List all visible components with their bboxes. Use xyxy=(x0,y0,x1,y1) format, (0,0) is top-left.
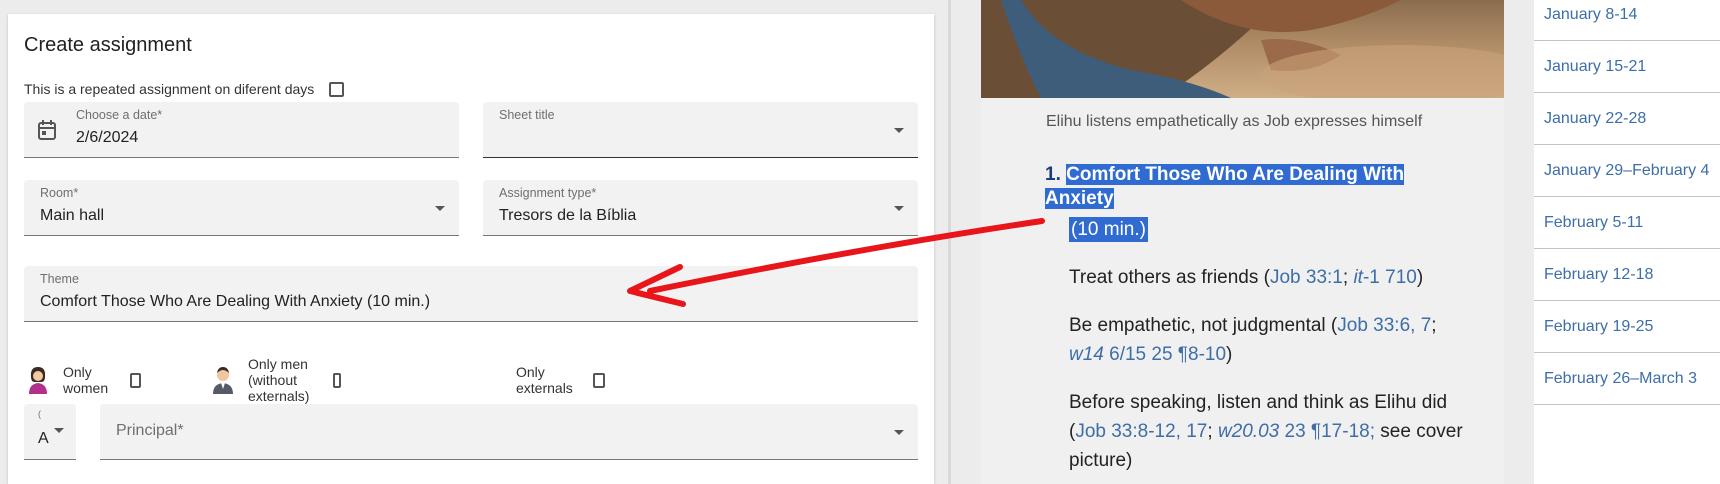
bullet-text: Treat others as friends ( xyxy=(1069,267,1270,288)
assignment-type-select[interactable]: Assignment type* Tresors de la Bíblia xyxy=(483,180,918,236)
only-women-checkbox[interactable] xyxy=(130,372,142,388)
chevron-down-icon[interactable] xyxy=(894,206,904,211)
reference-link[interactable]: 6/15 25 ¶8-10 xyxy=(1104,344,1226,365)
week-link[interactable]: February 26–March 3 xyxy=(1534,353,1720,405)
cover-picture xyxy=(981,0,1504,98)
reference-link[interactable]: w20.03 xyxy=(1218,421,1279,442)
assignment-type-value: Tresors de la Bíblia xyxy=(499,207,637,224)
theme-label: Theme xyxy=(40,272,79,286)
week-list: January 8-14 January 15-21 January 22-28… xyxy=(1534,0,1720,405)
only-men-label: Only men (without externals) xyxy=(248,356,310,404)
picture-caption: Elihu listens empathetically as Job expr… xyxy=(1046,113,1423,130)
bullet-item: Treat others as friends (Job 33:1; it-1 … xyxy=(1069,263,1469,292)
date-value: 2/6/2024 xyxy=(76,129,139,146)
reference-link[interactable]: 23 ¶17-18; xyxy=(1279,421,1375,442)
bullet-text: Be empathetic, not judgmental ( xyxy=(1069,315,1338,336)
only-men-filter: Only men (without externals) xyxy=(209,356,342,404)
scripture-link[interactable]: Job 33:8-12, 17 xyxy=(1075,421,1207,442)
reference-link[interactable]: w14 xyxy=(1069,344,1104,365)
reading-panel: Elihu listens empathetically as Job expr… xyxy=(981,0,1504,484)
create-assignment-card: Create assignment This is a repeated ass… xyxy=(8,14,934,484)
week-link[interactable]: January 8-14 xyxy=(1534,0,1720,41)
man-icon xyxy=(209,364,237,397)
woman-icon xyxy=(24,364,52,397)
bullet-item: Be empathetic, not judgmental (Job 33:6,… xyxy=(1069,311,1469,369)
scripture-link[interactable]: Job 33:1 xyxy=(1270,267,1343,288)
small-select-value: A xyxy=(38,430,49,447)
only-women-label: Only women xyxy=(63,364,109,396)
chevron-down-icon[interactable] xyxy=(894,128,904,133)
principal-select[interactable]: Principal* xyxy=(100,404,918,460)
separator: ; xyxy=(1431,315,1437,336)
week-link[interactable]: February 5-11 xyxy=(1534,197,1720,249)
point-heading: 1. Comfort Those Who Are Dealing With An… xyxy=(1045,163,1465,211)
principal-label: Principal* xyxy=(116,422,184,439)
small-select[interactable]: ( A xyxy=(24,404,76,460)
date-field[interactable]: Choose a date* 2/6/2024 xyxy=(24,102,459,158)
room-label: Room* xyxy=(40,186,79,200)
week-link[interactable]: January 29–February 4 xyxy=(1534,145,1720,197)
week-navigation: January 8-14 January 15-21 January 22-28… xyxy=(1534,0,1720,484)
theme-input[interactable]: Theme Comfort Those Who Are Dealing With… xyxy=(24,266,918,322)
reference-link[interactable]: -1 710 xyxy=(1363,267,1417,288)
only-externals-checkbox[interactable] xyxy=(593,372,605,388)
repeat-assignment-row: This is a repeated assignment on diferen… xyxy=(24,81,345,97)
chevron-down-icon[interactable] xyxy=(54,428,64,433)
repeat-assignment-checkbox[interactable] xyxy=(329,81,345,97)
repeat-assignment-label: This is a repeated assignment on diferen… xyxy=(24,81,315,97)
reference-link[interactable]: it xyxy=(1353,267,1363,288)
only-men-checkbox[interactable] xyxy=(333,372,342,388)
assignment-panel: Create assignment This is a repeated ass… xyxy=(0,0,948,484)
week-link[interactable]: January 22-28 xyxy=(1534,93,1720,145)
date-label: Choose a date* xyxy=(76,108,163,122)
chevron-down-icon[interactable] xyxy=(435,206,445,211)
scripture-link[interactable]: Job 33:6, 7 xyxy=(1337,315,1431,336)
bullet-item: Before speaking, listen and think as Eli… xyxy=(1069,388,1469,475)
point-number: 1. xyxy=(1045,164,1061,185)
sheet-title-select[interactable]: Sheet title xyxy=(483,102,918,158)
separator: ; xyxy=(1342,267,1354,288)
assignment-type-label: Assignment type* xyxy=(499,186,597,200)
point-title-text: Comfort Those Who Are Dealing With Anxie… xyxy=(1045,164,1405,209)
bullet-end: ) xyxy=(1416,267,1424,288)
theme-value: Comfort Those Who Are Dealing With Anxie… xyxy=(40,293,431,310)
only-women-filter: Only women xyxy=(24,360,142,400)
point-duration: (10 min.) xyxy=(1069,217,1148,242)
room-value: Main hall xyxy=(40,207,105,224)
room-select[interactable]: Room* Main hall xyxy=(24,180,459,236)
separator: ; xyxy=(1207,421,1218,442)
bullet-end: ) xyxy=(1226,344,1233,365)
form-title: Create assignment xyxy=(24,34,192,56)
only-externals-label: Only externals xyxy=(516,364,573,396)
small-select-label: ( xyxy=(38,409,41,419)
only-externals-filter: Only externals xyxy=(516,360,605,400)
panel-divider[interactable] xyxy=(948,0,951,484)
chevron-down-icon[interactable] xyxy=(894,430,904,435)
week-link[interactable]: February 12-18 xyxy=(1534,249,1720,301)
week-link[interactable]: February 19-25 xyxy=(1534,301,1720,353)
week-link[interactable]: January 15-21 xyxy=(1534,41,1720,93)
calendar-icon[interactable] xyxy=(37,119,57,146)
sheet-title-label: Sheet title xyxy=(499,108,555,122)
